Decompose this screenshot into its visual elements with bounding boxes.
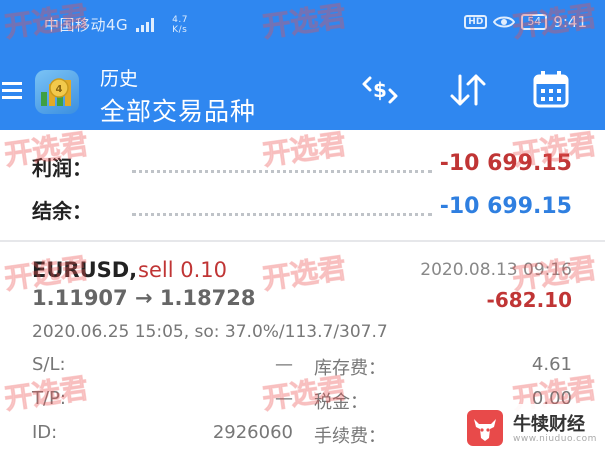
- trade-close-time: 2020.08.13 09:16: [420, 260, 572, 280]
- profit-label: 利润：: [32, 156, 92, 180]
- currency-switch-icon[interactable]: $: [356, 66, 404, 114]
- signal-icon: [136, 17, 155, 32]
- balance-row: 结余： -10 699.15: [0, 189, 605, 229]
- trade-profit: -682.10: [486, 288, 572, 312]
- brand-badge: 牛犊财经 www.niuduo.com: [458, 404, 605, 455]
- calendar-icon[interactable]: [527, 66, 575, 114]
- sort-icon[interactable]: [444, 66, 492, 114]
- status-left: 中国移动4G 4.7 K/s: [44, 14, 188, 35]
- trade-type: sell 0.10: [138, 258, 227, 282]
- sl-value: —: [275, 354, 293, 375]
- brand-url: www.niuduo.com: [513, 434, 597, 444]
- network-speed-unit: K/s: [172, 24, 188, 35]
- battery-icon: 54: [521, 14, 548, 30]
- id-value: 2926060: [212, 422, 293, 443]
- balance-label: 结余：: [32, 199, 92, 223]
- trade-prices: 1.11907 → 1.18728: [32, 286, 256, 310]
- commission-label: 手续费：: [314, 426, 386, 447]
- trade-open-info: 2020.06.25 15:05, so: 37.0%/113.7/307.7: [32, 322, 388, 342]
- profit-row: 利润： -10 699.15: [0, 146, 605, 186]
- eye-icon: [493, 16, 516, 28]
- app-logo-icon: 4: [35, 70, 79, 114]
- svg-text:$: $: [373, 78, 387, 102]
- sl-label: S/L:: [32, 354, 66, 375]
- app-bar: 4 历史 全部交易品种 $: [0, 44, 605, 130]
- network-speed-value: 4.7: [172, 14, 188, 25]
- status-bar: 中国移动4G 4.7 K/s HD 54 9:41: [0, 0, 605, 44]
- clock: 9:41: [553, 13, 587, 31]
- status-right: HD 54 9:41: [464, 13, 587, 31]
- network-speed: 4.7 K/s: [172, 15, 188, 35]
- screen: 中国移动4G 4.7 K/s HD 54 9:41 4 历史 全部交易品种 $ …: [0, 0, 605, 455]
- page-title: 历史: [100, 68, 139, 90]
- balance-leader-dots: [132, 213, 432, 216]
- menu-icon[interactable]: [2, 80, 24, 102]
- brand-name: 牛犊财经: [513, 414, 585, 435]
- profit-leader-dots: [132, 170, 432, 173]
- profit-value: -10 699.15: [439, 151, 572, 176]
- id-label: ID:: [32, 422, 58, 443]
- divider: [0, 240, 605, 242]
- tp-value: —: [275, 388, 293, 409]
- bull-logo-icon: [467, 410, 503, 446]
- balance-value: -10 699.15: [439, 194, 572, 219]
- hd-icon: HD: [464, 15, 488, 29]
- carrier-label: 中国移动4G: [44, 16, 129, 34]
- swap-label: 库存费：: [314, 358, 386, 379]
- trade-symbol: EURUSD,: [32, 258, 138, 282]
- symbol-filter[interactable]: 全部交易品种: [100, 92, 256, 128]
- tax-label: 税金：: [314, 392, 368, 413]
- tp-label: T/P:: [32, 388, 66, 409]
- swap-value: 4.61: [531, 354, 572, 375]
- svg-text:4: 4: [56, 84, 63, 95]
